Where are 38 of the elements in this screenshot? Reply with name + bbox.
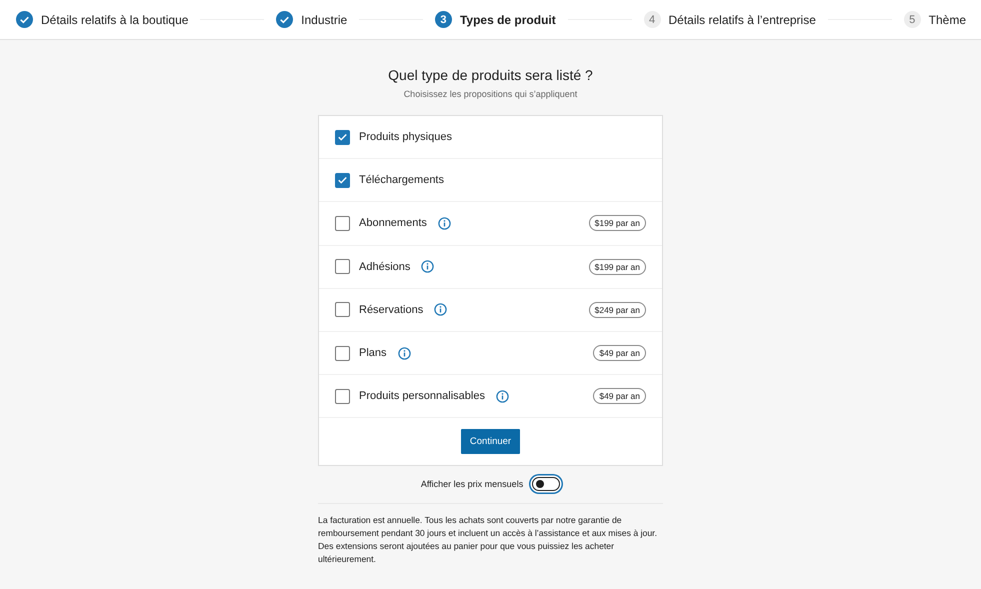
checkbox[interactable] — [335, 172, 350, 188]
step-label[interactable]: Détails relatifs à l’entreprise — [668, 12, 816, 26]
step-label[interactable]: Thème — [928, 12, 966, 26]
step-label[interactable]: Industrie — [301, 12, 348, 26]
subheading: Choisissez les propositions qui s’appliquent — [404, 89, 578, 99]
price-badge: $49 par an — [593, 388, 646, 404]
step-label[interactable]: Types de produit — [460, 12, 556, 26]
checkbox[interactable] — [335, 346, 350, 361]
option-label[interactable]: Produits personnalisables — [359, 390, 485, 402]
toggle-label: Afficher les prix mensuels — [420, 479, 524, 490]
option-label[interactable]: Adhésions — [359, 260, 410, 273]
option-label[interactable]: Produits physiques — [359, 131, 452, 144]
price-badge: $199 par an — [588, 258, 646, 275]
continue-button[interactable]: Continuer — [460, 429, 520, 454]
step-number: 3 — [434, 11, 452, 28]
checkbox[interactable] — [335, 259, 350, 274]
option-label[interactable]: Plans — [359, 347, 387, 360]
info-icon[interactable] — [434, 303, 448, 316]
checkbox[interactable] — [335, 130, 350, 145]
checkbox[interactable] — [335, 388, 350, 404]
info-icon[interactable] — [496, 390, 509, 403]
info-icon[interactable] — [438, 216, 451, 230]
price-badge: $199 par an — [588, 215, 646, 232]
option-label[interactable]: Réservations — [359, 304, 424, 316]
info-icon[interactable] — [421, 260, 434, 274]
billing-note: La facturation est annuelle. Tous les achats sont couverts par notre garantie de remboursement pendant 30 jours et incluent un accès à l’assistance et aux mises à jour. Des extensions seront ajoutées au panier pour que vous puissiez les acheter ultérieurement. — [318, 514, 658, 566]
option-label[interactable]: Abonnements — [359, 217, 427, 230]
price-badge: $249 par an — [588, 302, 646, 318]
monthly-prices-toggle[interactable] — [532, 477, 560, 492]
checkbox[interactable] — [335, 302, 350, 318]
info-icon[interactable] — [398, 346, 411, 360]
step-number: 4 — [644, 11, 660, 28]
option-label[interactable]: Téléchargements — [359, 174, 444, 186]
heading: Quel type de produits sera listé ? — [388, 67, 593, 83]
step-number: 5 — [904, 11, 921, 28]
step-label[interactable]: Détails relatifs à la boutique — [41, 12, 188, 26]
price-badge: $49 par an — [593, 345, 646, 362]
checkbox[interactable] — [335, 216, 350, 231]
